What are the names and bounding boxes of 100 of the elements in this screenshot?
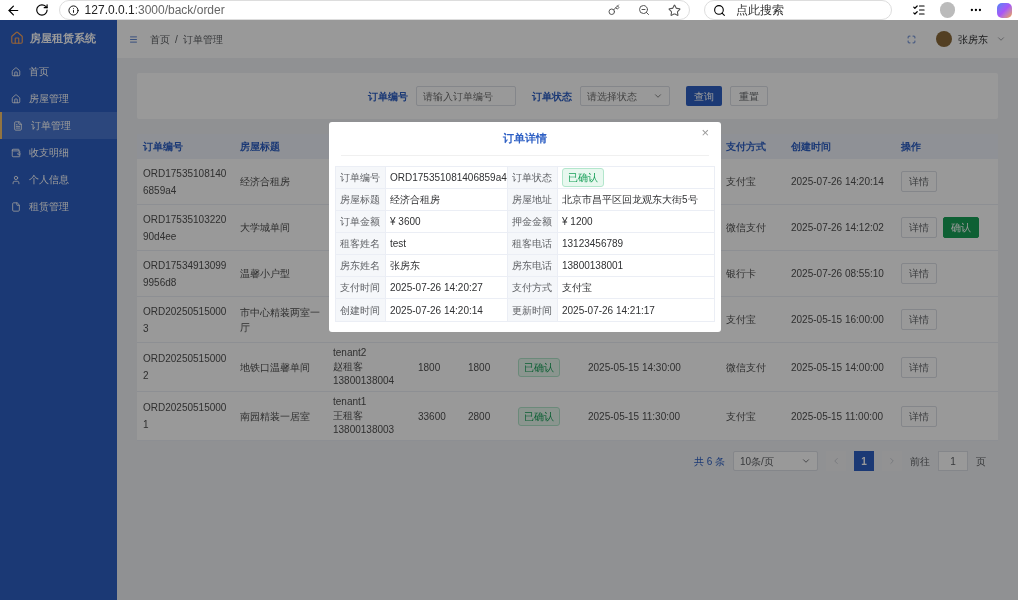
detail-value: 13123456789 xyxy=(562,237,624,251)
status-tag: 已确认 xyxy=(518,357,560,377)
table-cell: 地铁口温馨单间 xyxy=(240,361,310,373)
column-header: 创建时间 xyxy=(791,141,831,152)
key-icon[interactable] xyxy=(608,4,621,16)
table-cell: 2025-05-15 11:30:00 xyxy=(588,410,681,422)
fullscreen-icon[interactable] xyxy=(907,34,916,44)
order-number-field[interactable]: 请输入订单编号 xyxy=(415,86,516,106)
sidebar-item[interactable]: 房屋管理 xyxy=(0,85,117,112)
table-cell: 支付宝 xyxy=(726,410,756,422)
detail-value: ¥ 1200 xyxy=(562,215,593,229)
table-cell: 2800 xyxy=(468,410,491,422)
breadcrumb-item[interactable]: 订单管理 xyxy=(182,31,223,47)
table-cell: 1800 xyxy=(468,361,491,373)
detail-button[interactable]: 详情 xyxy=(901,405,937,427)
query-button[interactable]: 查询 xyxy=(685,86,722,106)
goto-suffix: 页 xyxy=(976,454,986,469)
table-cell: 33600 xyxy=(418,410,446,422)
table-cell: 经济合租房 xyxy=(240,176,290,187)
star-icon[interactable] xyxy=(668,3,682,17)
sidebar-item[interactable]: 收支明细 xyxy=(0,139,117,166)
breadcrumb-item[interactable]: 首页 xyxy=(150,31,170,47)
table-cell: 2025-07-26 08:55:10 xyxy=(791,268,884,279)
detail-label: 支付方式 xyxy=(512,281,552,295)
table-cell: ORD20250515000 2 xyxy=(143,353,227,381)
table-cell: 2025-05-15 16:00:00 xyxy=(791,314,884,325)
document-icon xyxy=(13,120,23,131)
table-cell: 温馨小户型 xyxy=(240,268,290,279)
column-header: 房屋标题 xyxy=(240,141,280,152)
sidebar-item[interactable]: 订单管理 xyxy=(0,112,117,139)
zoom-out-icon[interactable] xyxy=(638,4,651,16)
detail-label: 租客电话 xyxy=(512,237,552,251)
tenant-info: tenant1 王租客 13800138003 xyxy=(333,395,396,437)
reset-button[interactable]: 重置 xyxy=(729,86,768,106)
table-cell: 2025-05-15 11:00:00 xyxy=(791,410,884,422)
reload-icon[interactable] xyxy=(34,3,49,17)
detail-label: 房东姓名 xyxy=(340,259,380,273)
menu-icon[interactable] xyxy=(129,34,138,44)
confirm-button[interactable]: 确认 xyxy=(943,217,979,238)
detail-label: 支付时间 xyxy=(340,281,380,295)
page-number[interactable]: 1 xyxy=(854,451,874,471)
table-cell: 2025-05-15 14:30:00 xyxy=(588,361,681,373)
table-cell: 1800 xyxy=(418,361,441,373)
info-icon xyxy=(67,4,79,16)
wallet-icon xyxy=(11,147,21,158)
detail-value: 13800138001 xyxy=(562,259,624,273)
table-cell: 大学城单间 xyxy=(240,222,290,233)
detail-label: 创建时间 xyxy=(340,303,380,318)
file-icon xyxy=(11,201,21,212)
detail-value: 支付宝 xyxy=(562,281,592,295)
detail-value: 2025-07-26 14:20:27 xyxy=(390,281,483,295)
home-icon xyxy=(11,66,21,77)
table-cell: ORD17535108140 6859a4 xyxy=(143,167,227,196)
detail-button[interactable]: 详情 xyxy=(901,217,937,238)
breadcrumb-separator: / xyxy=(175,32,178,47)
table-cell: 2025-05-15 14:00:00 xyxy=(791,361,884,373)
page-size-select[interactable]: 10条/页 xyxy=(733,451,818,471)
detail-label: 订单状态 xyxy=(512,171,552,185)
sidebar-item[interactable]: 租赁管理 xyxy=(0,193,117,220)
user-avatar[interactable] xyxy=(936,31,952,47)
table-cell: 微信支付 xyxy=(726,361,766,373)
detail-value: test xyxy=(390,237,407,251)
table-cell: ORD20250515000 1 xyxy=(143,402,227,430)
status-select[interactable]: 请选择状态 xyxy=(579,86,670,106)
tenant-info: tenant2 赵租客 13800138004 xyxy=(333,346,396,388)
table-cell: ORD20250515000 3 xyxy=(143,305,227,334)
detail-button[interactable]: 详情 xyxy=(901,356,937,378)
search-icon xyxy=(713,3,727,17)
detail-button[interactable]: 详情 xyxy=(901,263,937,284)
caret-icon xyxy=(652,91,663,101)
user-name[interactable]: 张房东 xyxy=(958,31,988,47)
detail-button[interactable]: 详情 xyxy=(901,171,937,192)
detail-label: 租客姓名 xyxy=(340,237,380,251)
status-tag: 已确认 xyxy=(518,406,560,426)
detail-value: 北京市昌平区回龙观东大街5号 xyxy=(562,193,698,207)
detail-label: 更新时间 xyxy=(512,303,552,318)
favorites-icon[interactable] xyxy=(911,3,926,17)
table-cell: ORD17535103220 90d4ee xyxy=(143,213,227,242)
app-title: 房屋租赁系统 xyxy=(30,30,96,46)
filter-label: 订单编号 xyxy=(367,89,408,104)
detail-label: 房屋地址 xyxy=(512,193,552,207)
detail-value: 2025-07-26 14:21:17 xyxy=(562,303,655,318)
sidebar-item[interactable]: 首页 xyxy=(0,58,117,85)
filter-label: 订单状态 xyxy=(531,89,572,104)
house-icon xyxy=(11,93,21,104)
detail-value: ¥ 3600 xyxy=(390,215,421,229)
detail-value: 2025-07-26 14:20:14 xyxy=(390,303,483,318)
detail-button[interactable]: 详情 xyxy=(901,309,937,330)
detail-label: 订单金额 xyxy=(340,215,380,229)
goto-label: 前往 xyxy=(910,454,930,469)
table-cell: 支付宝 xyxy=(726,176,756,187)
detail-label: 房东电话 xyxy=(512,259,552,273)
table-cell: ORD17534913099 9956d8 xyxy=(143,259,227,288)
status-tag: 已确认 xyxy=(562,168,604,187)
table-cell: 2025-07-26 14:12:02 xyxy=(791,222,884,233)
close-button[interactable]: × xyxy=(701,126,709,139)
user-icon xyxy=(11,174,21,185)
sidebar-item[interactable]: 个人信息 xyxy=(0,166,117,193)
dialog-title: 订单详情 xyxy=(503,131,547,147)
goto-page-field[interactable]: 1 xyxy=(938,451,968,471)
